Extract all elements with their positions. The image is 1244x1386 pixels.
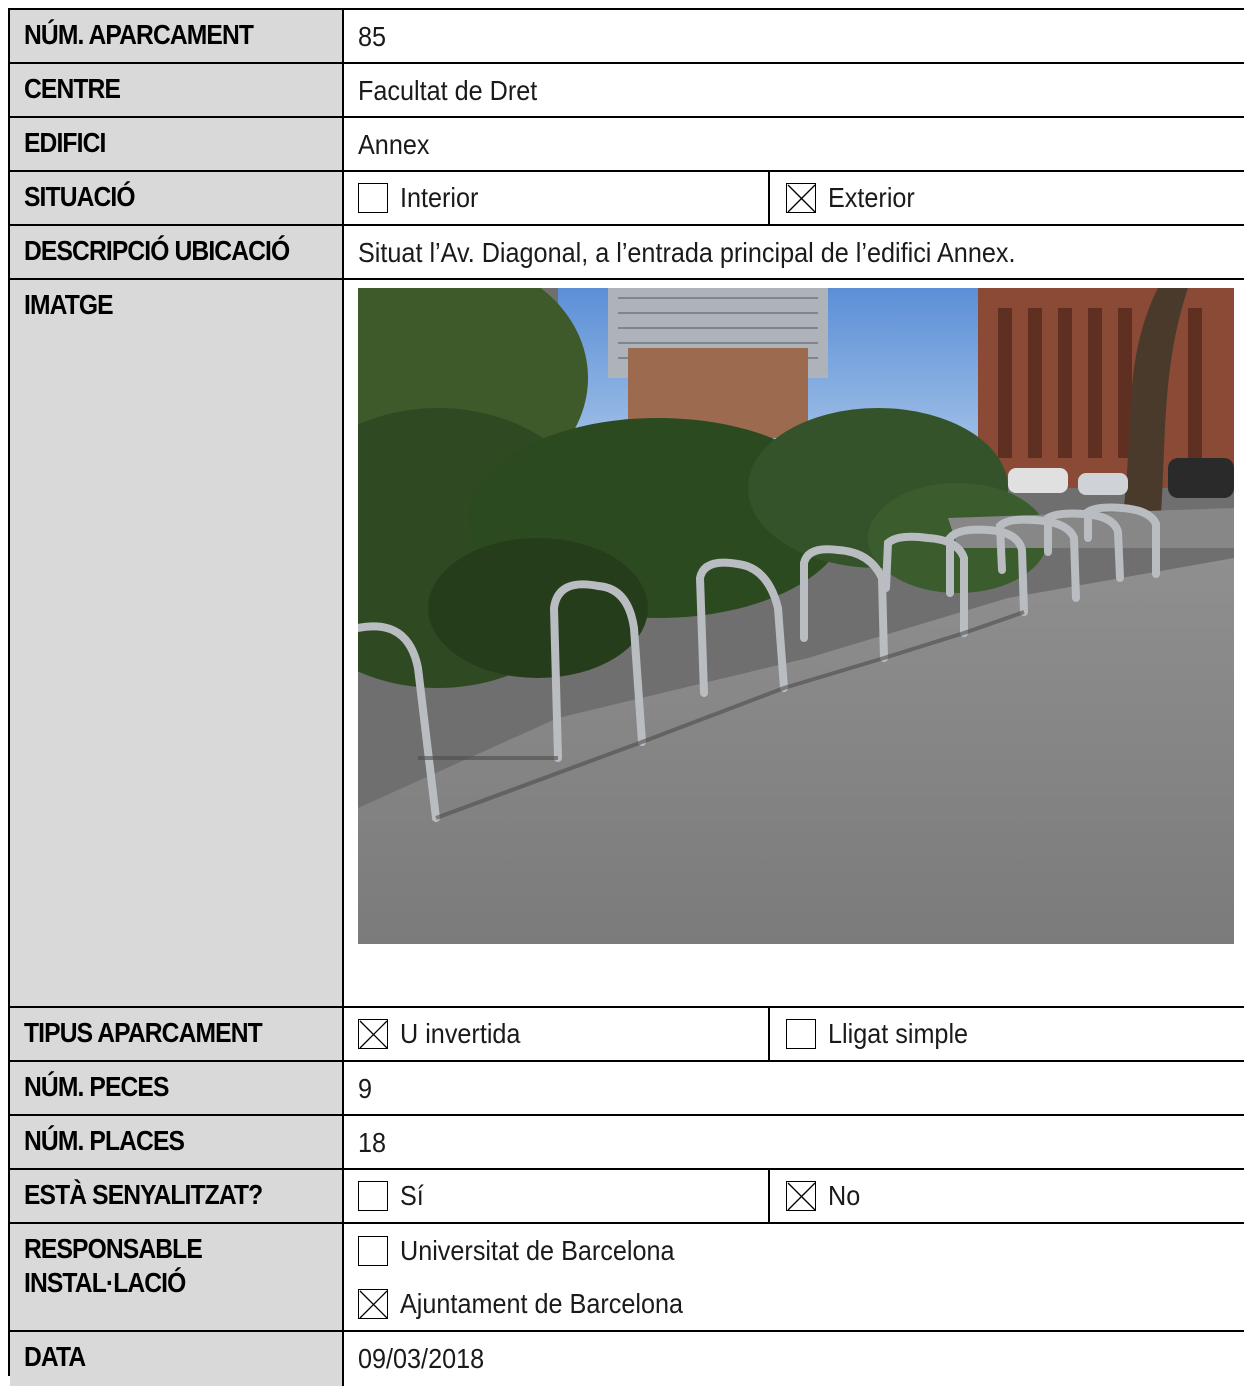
row-num-peces: NÚM. PECES 9 [10,1062,1244,1116]
value-edifici: Annex [358,129,430,160]
option-label: Lligat simple [828,1018,969,1049]
option-no[interactable]: No [770,1170,1244,1222]
label-edifici: EDIFICI [10,118,344,170]
label-situacio: SITUACIÓ [10,172,344,224]
parking-photo [358,288,1234,944]
value-imatge [344,280,1244,1006]
row-descripcio: DESCRIPCIÓ UBICACIÓ Situat l’Av. Diagona… [10,226,1244,280]
checkbox-unchecked-icon[interactable] [786,1019,816,1049]
row-situacio: SITUACIÓ Interior Exterior [10,172,1244,226]
checkbox-checked-icon[interactable] [358,1019,388,1049]
value-data: 09/03/2018 [358,1343,485,1374]
row-num-places: NÚM. PLACES 18 [10,1116,1244,1170]
option-label: Exterior [828,182,915,213]
option-exterior[interactable]: Exterior [770,172,1244,224]
row-centre: CENTRE Facultat de Dret [10,64,1244,118]
label-num-aparcament: NÚM. APARCAMENT [10,10,344,62]
value-num-peces: 9 [358,1073,373,1104]
value-centre: Facultat de Dret [358,75,538,106]
row-imatge: IMATGE [10,280,1244,1008]
option-si[interactable]: Sí [344,1170,770,1222]
option-universitat[interactable]: Universitat de Barcelona [344,1224,1244,1277]
option-label: Sí [400,1180,424,1211]
label-line-2: INSTAL·LACIÓ [24,1267,186,1298]
label-descripcio: DESCRIPCIÓ UBICACIÓ [10,226,344,278]
row-senyalitzat: ESTÀ SENYALITZAT? Sí No [10,1170,1244,1224]
option-label: No [828,1180,861,1211]
checkbox-checked-icon[interactable] [786,183,816,213]
option-lligat-simple[interactable]: Lligat simple [770,1008,1244,1060]
row-responsable: RESPONSABLE INSTAL·LACIÓ Universitat de … [10,1224,1244,1332]
option-label: Universitat de Barcelona [400,1234,675,1266]
option-label: Ajuntament de Barcelona [400,1287,683,1319]
label-senyalitzat: ESTÀ SENYALITZAT? [10,1170,344,1222]
checkbox-unchecked-icon[interactable] [358,1235,388,1266]
option-interior[interactable]: Interior [344,172,770,224]
label-centre: CENTRE [10,64,344,116]
label-num-peces: NÚM. PECES [10,1062,344,1114]
option-label: Interior [400,182,479,213]
label-num-places: NÚM. PLACES [10,1116,344,1168]
checkbox-unchecked-icon[interactable] [358,1181,388,1211]
row-data: DATA 09/03/2018 [10,1332,1244,1386]
label-line-1: RESPONSABLE [24,1233,203,1264]
value-num-aparcament: 85 [358,21,387,52]
row-num-aparcament: NÚM. APARCAMENT 85 [10,10,1244,64]
row-tipus: TIPUS APARCAMENT U invertida Lligat simp… [10,1008,1244,1062]
checkbox-checked-icon[interactable] [786,1181,816,1211]
checkbox-unchecked-icon[interactable] [358,183,388,213]
label-tipus: TIPUS APARCAMENT [10,1008,344,1060]
label-responsable: RESPONSABLE INSTAL·LACIÓ [10,1224,344,1330]
parking-record-table: NÚM. APARCAMENT 85 CENTRE Facultat de Dr… [8,8,1244,1386]
value-descripcio: Situat l’Av. Diagonal, a l’entrada princ… [358,237,1016,268]
option-label: U invertida [400,1018,521,1049]
label-data: DATA [10,1332,344,1386]
value-num-places: 18 [358,1127,387,1158]
label-imatge: IMATGE [10,280,344,1006]
option-ajuntament[interactable]: Ajuntament de Barcelona [344,1277,1244,1330]
checkbox-checked-icon[interactable] [358,1288,388,1319]
row-edifici: EDIFICI Annex [10,118,1244,172]
option-u-invertida[interactable]: U invertida [344,1008,770,1060]
